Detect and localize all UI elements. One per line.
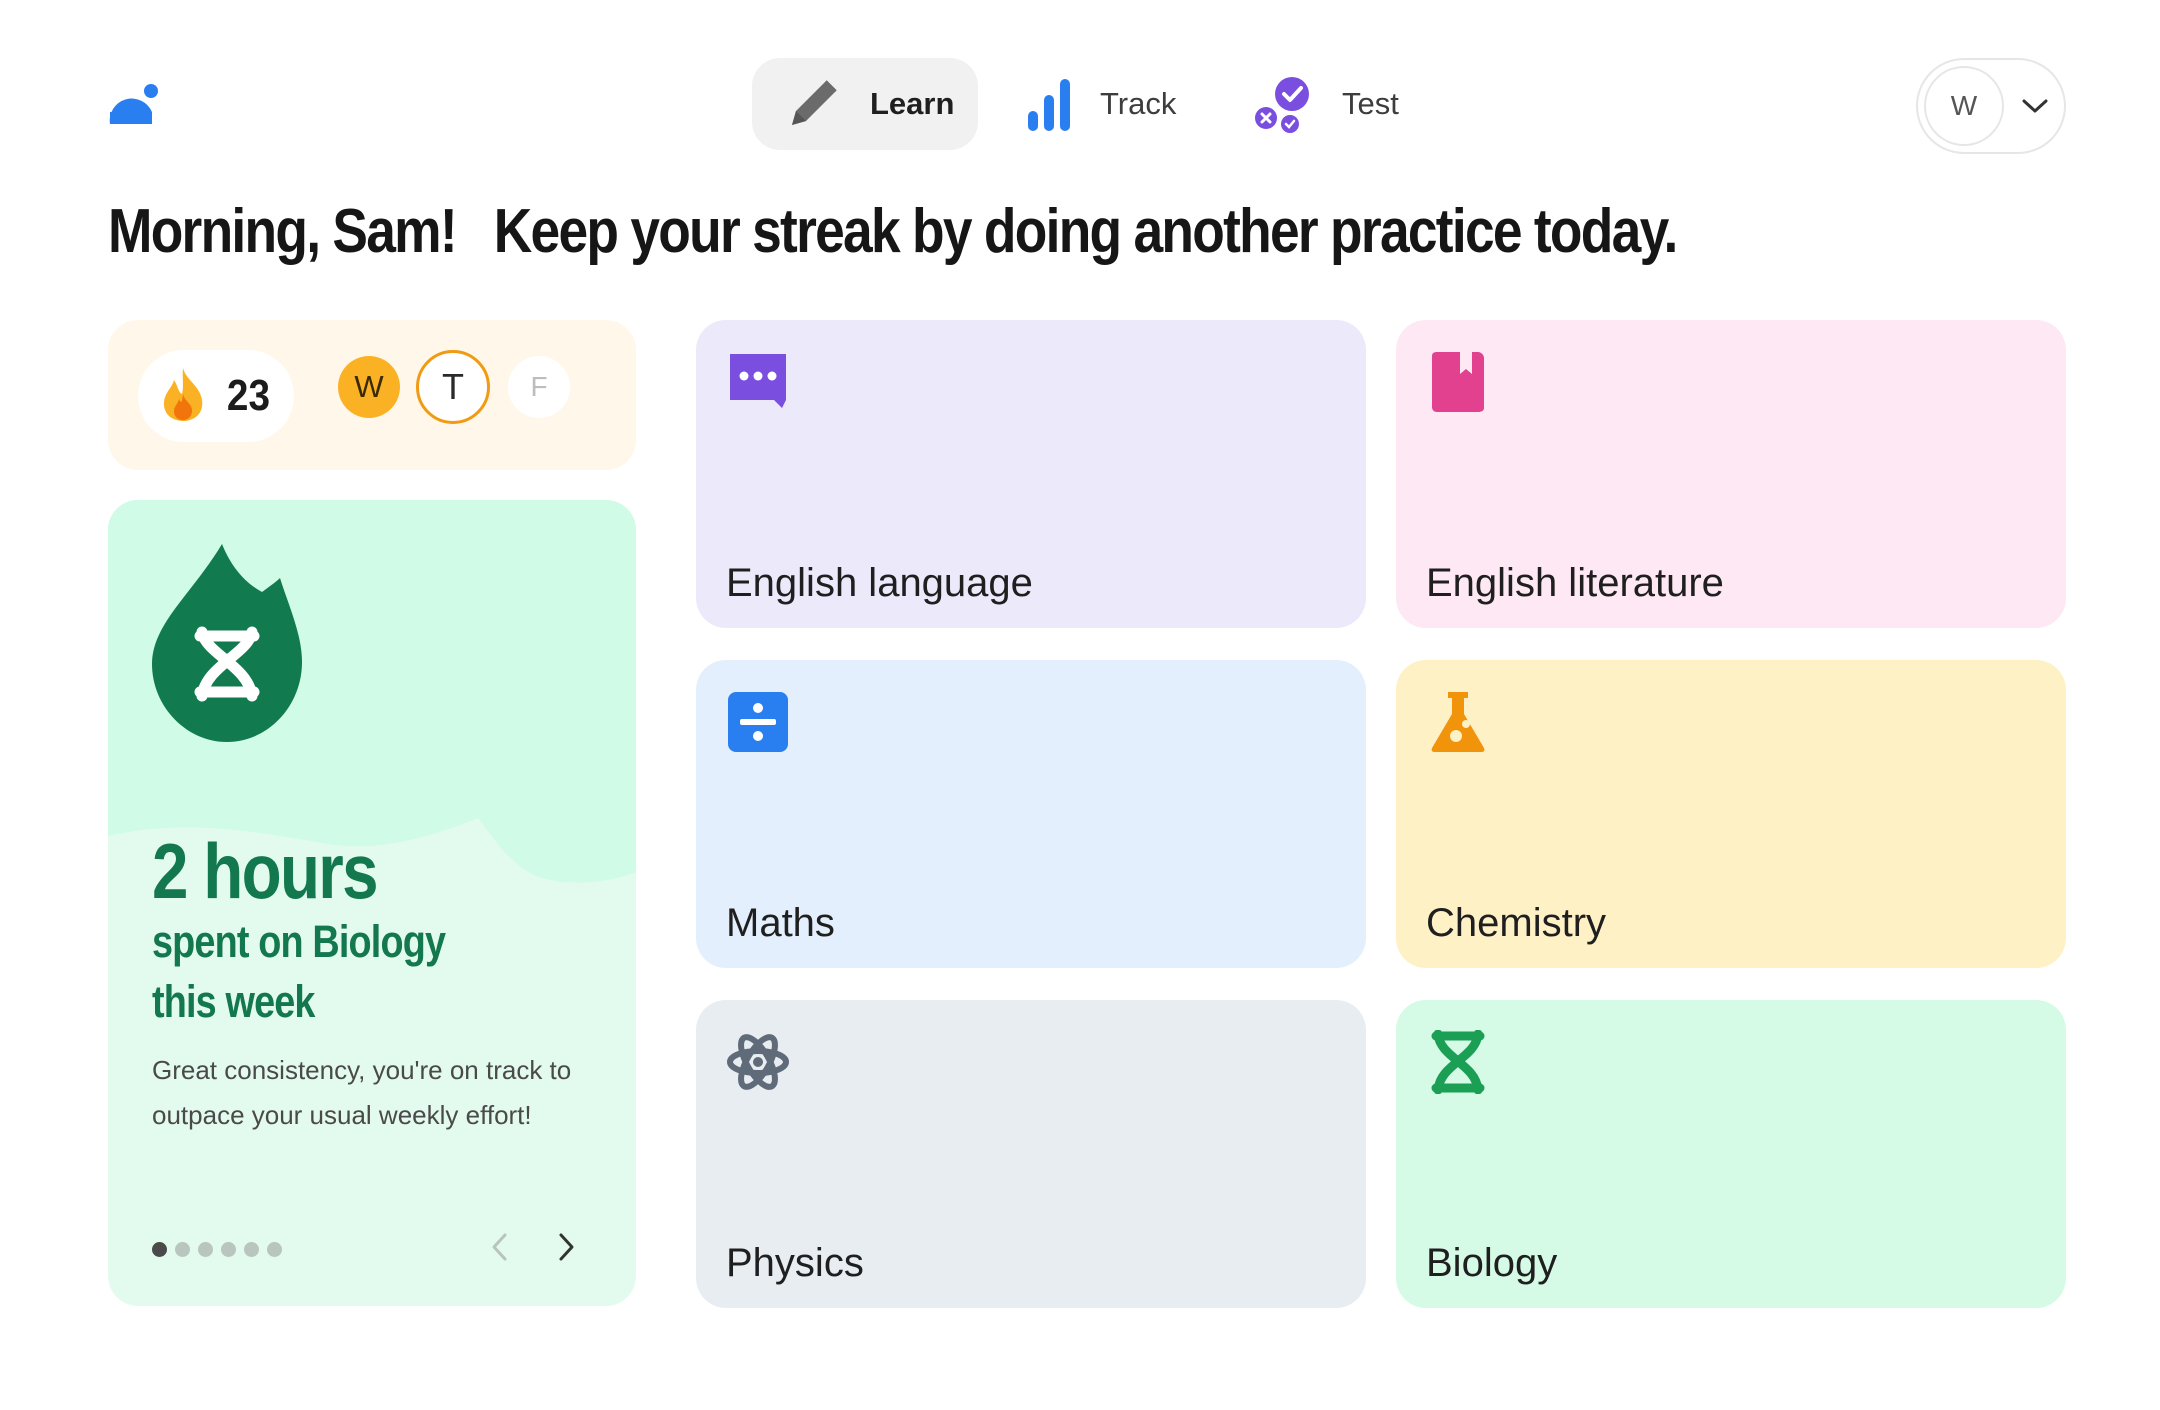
streak-count: 23 <box>226 371 271 420</box>
carousel-next-button[interactable] <box>546 1226 586 1272</box>
chevron-right-icon <box>556 1231 576 1268</box>
flask-icon <box>1426 690 1490 754</box>
streak-day-done: W <box>338 356 400 418</box>
flame-icon <box>160 366 206 427</box>
subject-label: Chemistry <box>1426 901 1607 945</box>
page-dot[interactable] <box>152 1242 167 1257</box>
page-dot[interactable] <box>175 1242 190 1257</box>
subject-tile-biology[interactable]: Biology <box>1396 1000 2066 1308</box>
nav-test-label: Test <box>1342 86 1399 121</box>
dna-icon <box>1426 1029 1490 1095</box>
subject-label: Biology <box>1426 1241 1558 1285</box>
page-dot[interactable] <box>221 1242 236 1257</box>
weekly-progress-card: 2 hours spent on Biology this week Great… <box>108 500 636 1306</box>
subject-tile-maths[interactable]: Maths <box>696 660 1366 968</box>
book-icon <box>1426 350 1490 414</box>
bar-chart-icon <box>1024 73 1074 135</box>
subject-label: English language <box>726 561 1033 605</box>
subject-tile-physics[interactable]: Physics <box>696 1000 1366 1308</box>
main-nav: Learn Track Test <box>0 58 2160 150</box>
page-dot[interactable] <box>267 1242 282 1257</box>
account-switcher[interactable]: W <box>1916 58 2066 154</box>
chevron-down-icon <box>2020 96 2050 116</box>
page-title: Morning, Sam! Keep your streak by doing a… <box>108 196 1794 267</box>
nav-track-label: Track <box>1100 86 1177 121</box>
speech-bubble-icon <box>726 350 790 414</box>
streak-card[interactable]: 23 W T F <box>108 320 636 470</box>
divide-icon <box>726 690 790 754</box>
dna-drop-icon <box>152 544 302 749</box>
progress-description: Great consistency, you're on track to ou… <box>152 1055 572 1130</box>
pencil-icon <box>782 73 844 135</box>
hours-spent: 2 hours <box>152 827 379 915</box>
nav-learn-label: Learn <box>870 86 955 121</box>
subject-label: English literature <box>1426 561 1724 605</box>
streak-message: Keep your streak by doing another practi… <box>493 197 1679 266</box>
avatar: W <box>1924 66 2004 146</box>
greeting: Morning, Sam! <box>108 197 458 266</box>
subject-label: Maths <box>726 901 835 945</box>
atom-icon <box>726 1030 790 1094</box>
subject-tile-english-language[interactable]: English language <box>696 320 1366 628</box>
carousel-prev-button[interactable] <box>480 1226 520 1272</box>
chevron-left-icon <box>490 1231 510 1268</box>
quiz-check-icon <box>1252 72 1316 136</box>
streak-day-today: T <box>416 350 490 424</box>
page-dot[interactable] <box>244 1242 259 1257</box>
hours-subtitle: spent on Biology this week <box>152 916 446 1027</box>
subject-tile-english-literature[interactable]: English literature <box>1396 320 2066 628</box>
nav-learn[interactable]: Learn <box>752 58 978 150</box>
subject-tile-chemistry[interactable]: Chemistry <box>1396 660 2066 968</box>
nav-track[interactable]: Track <box>994 58 1194 150</box>
streak-counter: 23 <box>138 350 294 442</box>
nav-test[interactable]: Test <box>1222 58 1422 150</box>
subject-label: Physics <box>726 1241 864 1285</box>
page-dot[interactable] <box>198 1242 213 1257</box>
carousel-pagination[interactable] <box>152 1242 282 1257</box>
streak-day-upcoming: F <box>508 356 570 418</box>
